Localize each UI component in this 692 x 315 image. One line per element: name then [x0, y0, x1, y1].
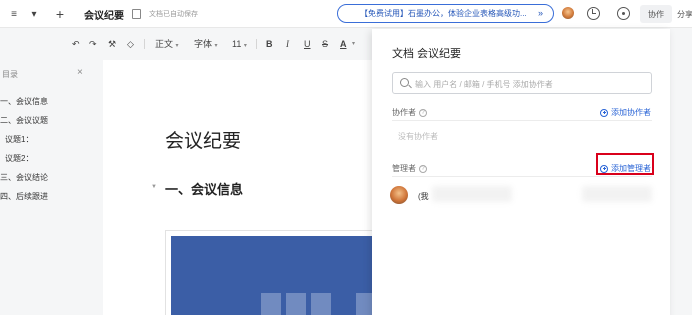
- managers-label-text: 管理者: [392, 164, 416, 173]
- font-family-value: 字体: [194, 39, 213, 49]
- outline-item[interactable]: 四、后续跟进: [0, 191, 48, 202]
- paragraph-style-value: 正文: [155, 39, 174, 49]
- no-collaborators-text: 没有协作者: [398, 132, 438, 141]
- new-doc-button[interactable]: +: [50, 5, 70, 23]
- search-placeholder: 输入 用户名 / 邮箱 / 手机号 添加协作者: [415, 80, 553, 89]
- chevron-down-icon[interactable]: ▾: [352, 38, 355, 50]
- redacted-name: [432, 186, 512, 202]
- panel-title: 文档 会议纪要: [392, 48, 462, 60]
- chevron-down-icon: ▾: [243, 43, 247, 49]
- toolbar-divider: [144, 39, 145, 49]
- underline-button[interactable]: U: [304, 38, 311, 50]
- outline-item[interactable]: 二、会议议题: [0, 115, 48, 126]
- share-panel: 文档 会议纪要 输入 用户名 / 邮箱 / 手机号 添加协作者 协作者 ? 添加…: [372, 29, 670, 315]
- toolbar-divider: [256, 39, 257, 49]
- managers-label: 管理者 ?: [392, 163, 427, 174]
- promo-banner[interactable]: 【免费试用】石墨办公，体验企业表格高级功... »: [337, 4, 554, 23]
- image-block: [286, 293, 306, 315]
- plus-circle-icon: [600, 108, 608, 117]
- divider: [392, 120, 652, 121]
- redacted-role: [582, 186, 652, 202]
- image-block: [261, 293, 281, 315]
- outline-title: 目录: [2, 70, 18, 79]
- settings-circle-icon[interactable]: [617, 7, 630, 20]
- text-color-button[interactable]: A: [340, 38, 347, 50]
- member-name: (我: [418, 192, 429, 201]
- document-title[interactable]: 会议纪要: [165, 126, 241, 153]
- redo-icon[interactable]: ↷: [89, 38, 97, 50]
- menu-icon: ≡: [11, 8, 17, 20]
- collaborators-label: 协作者 ?: [392, 107, 427, 118]
- add-collaborator-button[interactable]: 添加协作者: [600, 107, 651, 118]
- font-family-select[interactable]: 字体 ▾: [194, 38, 218, 50]
- italic-button[interactable]: I: [286, 38, 289, 50]
- collaborate-button[interactable]: 协作: [640, 5, 672, 23]
- plus-icon: +: [55, 6, 65, 22]
- help-icon[interactable]: ?: [419, 164, 427, 173]
- close-icon[interactable]: ×: [77, 67, 83, 78]
- collaborator-search-input[interactable]: 输入 用户名 / 邮箱 / 手机号 添加协作者: [392, 72, 652, 94]
- doc-title[interactable]: 会议纪要: [84, 0, 124, 28]
- chevron-down-icon: ▾: [214, 43, 218, 49]
- bold-button[interactable]: B: [266, 38, 273, 50]
- font-size-value: 11: [232, 39, 242, 49]
- undo-icon[interactable]: ↶: [72, 38, 80, 50]
- collapse-arrow-icon[interactable]: ▼: [151, 184, 157, 190]
- chevron-down-icon: ▾: [175, 43, 179, 49]
- font-size-select[interactable]: 11 ▾: [232, 38, 247, 50]
- search-icon: [400, 78, 409, 87]
- outline-item[interactable]: 三、会议结论: [0, 172, 48, 183]
- divider: [392, 176, 652, 177]
- image-block: [311, 293, 331, 315]
- help-icon[interactable]: ?: [419, 108, 427, 117]
- document-icon[interactable]: [132, 9, 141, 19]
- chevron-down-icon: ▾: [31, 8, 37, 20]
- user-avatar[interactable]: [562, 7, 574, 19]
- collaborators-label-text: 协作者: [392, 108, 416, 117]
- format-painter-icon[interactable]: ⚒: [108, 38, 116, 50]
- autosave-status: 文档已自动保存: [149, 11, 198, 18]
- embedded-image-frame[interactable]: [165, 230, 386, 315]
- section-heading[interactable]: 一、会议信息: [165, 179, 243, 198]
- top-bar: ≡ ▾ + 会议纪要 文档已自动保存 【免费试用】石墨办公，体验企业表格高级功.…: [0, 0, 692, 28]
- paragraph-style-select[interactable]: 正文 ▾: [155, 38, 179, 50]
- highlight-box: [596, 153, 654, 175]
- promo-text: 【免费试用】石墨办公，体验企业表格高级功...: [360, 9, 527, 18]
- outline-sidebar: 目录 × 一、会议信息 二、会议议题 议题1： 议题2： 三、会议结论 四、后续…: [0, 60, 92, 315]
- outline-item[interactable]: 议题1：: [5, 134, 33, 145]
- outline-item[interactable]: 一、会议信息: [0, 96, 48, 107]
- outline-item[interactable]: 议题2：: [5, 153, 33, 164]
- strikethrough-button[interactable]: S: [322, 38, 328, 50]
- history-clock-icon[interactable]: [587, 7, 600, 20]
- add-collaborator-label: 添加协作者: [611, 108, 651, 117]
- member-avatar: [390, 186, 408, 204]
- embedded-image: [171, 236, 386, 315]
- clear-format-icon[interactable]: ◇: [127, 38, 134, 50]
- dropdown-button[interactable]: ▾: [24, 5, 44, 23]
- menu-button[interactable]: ≡: [4, 5, 24, 23]
- double-chevron-right-icon: »: [537, 8, 543, 18]
- share-button[interactable]: 分享: [677, 5, 692, 23]
